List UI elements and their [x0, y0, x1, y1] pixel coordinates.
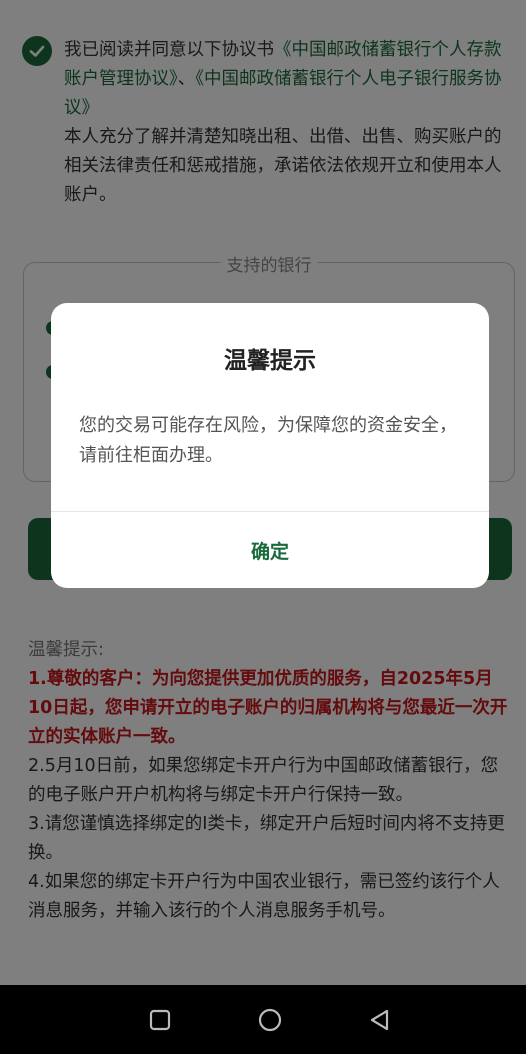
confirm-button[interactable]: 确定: [51, 512, 489, 588]
warning-dialog: 温馨提示 您的交易可能存在风险，为保障您的资金安全，请前往柜面办理。 确定: [51, 303, 489, 588]
circle-icon[interactable]: [253, 1003, 287, 1037]
triangle-back-icon[interactable]: [363, 1003, 397, 1037]
square-icon[interactable]: [143, 1003, 177, 1037]
system-navigation-bar: [0, 985, 526, 1054]
dialog-message: 您的交易可能存在风险，为保障您的资金安全，请前往柜面办理。: [79, 415, 457, 466]
dialog-title: 温馨提示: [224, 348, 316, 374]
